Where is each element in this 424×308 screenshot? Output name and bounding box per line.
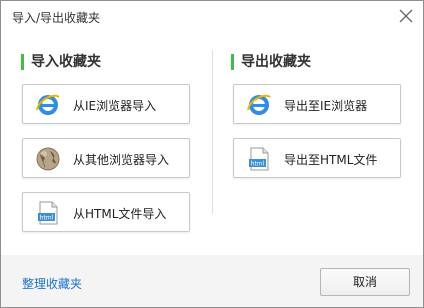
section-divider: [212, 50, 213, 214]
dialog-footer: 整理收藏夹 取消: [1, 255, 423, 307]
import-from-other-browser-button[interactable]: 从其他浏览器导入: [22, 138, 190, 178]
cancel-button[interactable]: 取消: [320, 268, 410, 296]
export-to-html-file-label: 导出至HTML文件: [284, 153, 378, 167]
ie-icon: [36, 94, 60, 115]
html-file-icon: html: [249, 147, 269, 171]
ie-icon: [247, 94, 271, 115]
organize-favorites-link[interactable]: 整理收藏夹: [22, 275, 82, 292]
export-to-ie-label: 导出至IE浏览器: [284, 99, 368, 113]
import-from-html-file-label: 从HTML文件导入: [73, 207, 167, 221]
html-file-icon: html: [38, 201, 58, 225]
title-bar: 导入/导出收藏夹: [1, 1, 423, 33]
dialog-title: 导入/导出收藏夹: [12, 11, 101, 25]
dialog-content: 导入收藏夹 从IE浏览器导入 从其他浏览器导入 html 从HTML文件导入 导…: [1, 34, 423, 255]
globe-icon: [36, 147, 60, 171]
export-section-title: 导出收藏夹: [231, 53, 311, 71]
svg-text:html: html: [40, 215, 54, 222]
close-icon[interactable]: [397, 7, 415, 25]
import-from-ie-button[interactable]: 从IE浏览器导入: [22, 84, 190, 124]
import-section-title: 导入收藏夹: [21, 53, 101, 71]
svg-text:html: html: [251, 161, 265, 168]
import-from-ie-label: 从IE浏览器导入: [73, 99, 157, 113]
export-to-ie-button[interactable]: 导出至IE浏览器: [233, 84, 401, 124]
import-from-html-file-button[interactable]: html 从HTML文件导入: [22, 192, 190, 232]
export-to-html-file-button[interactable]: html 导出至HTML文件: [233, 138, 401, 178]
import-export-favorites-dialog: 导入/导出收藏夹 导入收藏夹 从IE浏览器导入 从其他浏览器导入 html 从H…: [0, 0, 424, 308]
import-from-other-browser-label: 从其他浏览器导入: [73, 153, 170, 167]
